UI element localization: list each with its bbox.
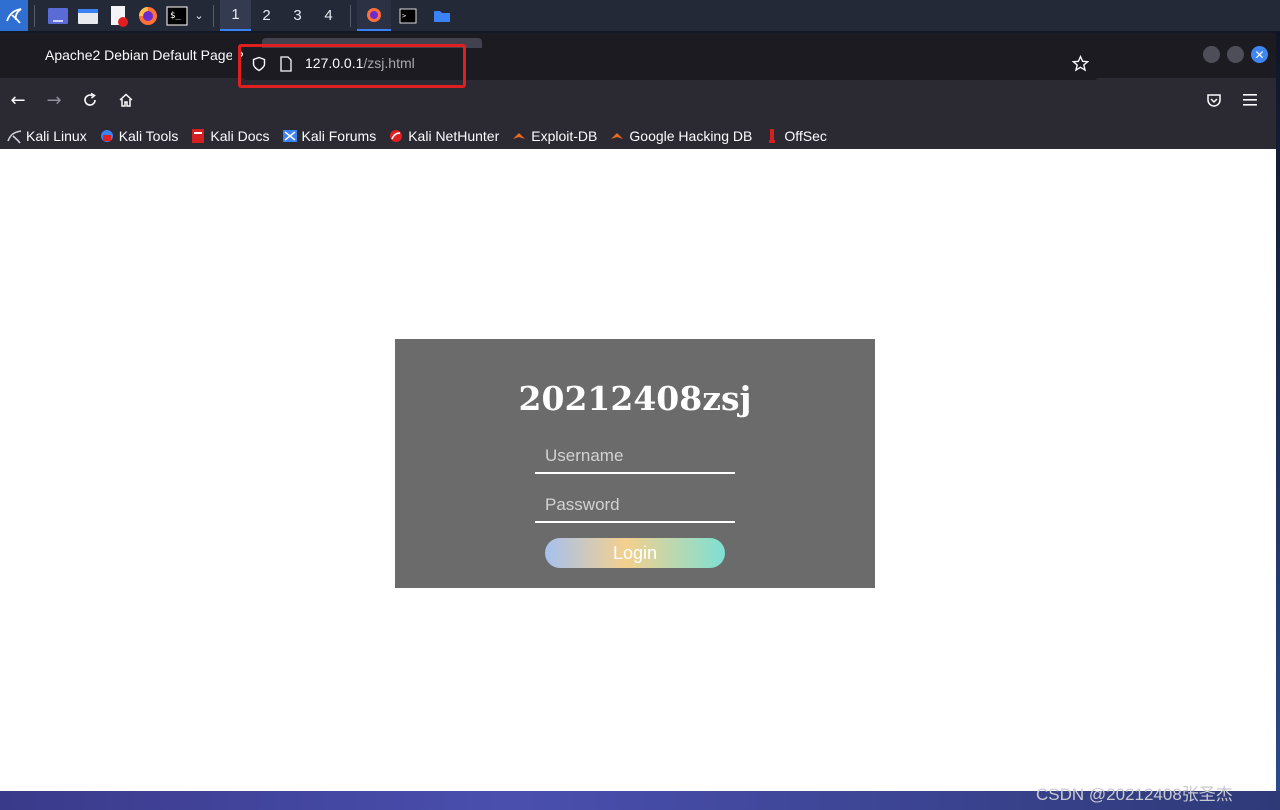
bookmark-star-icon[interactable] [1071,54,1090,76]
page-viewport: 20212408zsj Login [0,149,1276,791]
bookmark-label: Kali NetHunter [408,127,500,144]
forward-arrow-icon[interactable]: → [43,89,65,111]
desktop-background [1276,31,1280,791]
chevron-down-icon[interactable]: ⌄ [191,3,207,29]
bookmark-label: Google Hacking DB [629,127,753,144]
bookmark-kali-tools[interactable]: Kali Tools [99,127,179,144]
workspace-4[interactable]: 4 [313,0,344,31]
offsec-icon [764,128,780,144]
bookmark-kali-docs[interactable]: Kali Docs [190,127,270,144]
bookmark-label: Exploit-DB [531,127,598,144]
login-button[interactable]: Login [545,538,725,568]
bookmark-label: Kali Forums [301,127,377,144]
bookmark-label: Kali Docs [210,127,270,144]
kali-menu-icon[interactable] [0,0,28,31]
workspace-3[interactable]: 3 [282,0,313,31]
username-field [535,440,735,474]
svg-text:>: > [402,12,406,20]
show-desktop-icon[interactable] [45,3,71,29]
bookmark-kali-forums[interactable]: Kali Forums [282,127,377,144]
close-window-button[interactable]: ✕ [1251,46,1268,63]
running-folder-icon[interactable] [425,0,459,31]
navigation-toolbar: ← → [0,78,1276,122]
watermark: CSDN @20212408张圣杰 [1036,785,1233,804]
username-input[interactable] [535,440,735,472]
tab-apache2-default[interactable]: Apache2 Debian Default Page ✕ [32,38,252,72]
bookmark-label: OffSec [784,127,827,144]
home-icon[interactable] [115,89,137,111]
maximize-button[interactable] [1227,46,1244,63]
bookmark-exploit-db[interactable]: Exploit-DB [511,128,597,144]
svg-text:$_: $_ [170,11,181,21]
running-firefox-icon[interactable] [357,0,391,31]
ghdb-icon [609,128,625,144]
login-title: 20212408zsj [518,379,752,418]
bookmark-label: Kali Linux [26,127,87,144]
firefox-icon[interactable] [135,3,161,29]
bookmark-kali-linux[interactable]: Kali Linux [6,128,87,144]
minimize-button[interactable] [1203,46,1220,63]
nethunter-icon [388,128,404,144]
login-panel: 20212408zsj Login [395,339,875,588]
bookmark-label: Kali Tools [118,127,179,144]
kali-forums-icon [282,128,298,144]
back-arrow-icon[interactable]: ← [7,89,29,111]
bookmark-google-hacking-db[interactable]: Google Hacking DB [609,128,752,144]
bookmark-kali-nethunter[interactable]: Kali NetHunter [388,128,499,144]
text-editor-icon[interactable] [105,3,131,29]
taskbar-separator [213,4,214,27]
file-manager-icon[interactable] [75,3,101,29]
reload-icon[interactable] [79,89,101,111]
hamburger-menu-icon[interactable] [1239,89,1261,111]
kali-docs-icon [190,128,206,144]
bookmarks-toolbar: Kali Linux Kali Tools Kali Docs Kali For… [0,122,1276,150]
password-field [535,489,735,523]
bookmark-offsec[interactable]: OffSec [764,128,827,144]
kali-dragon-icon [6,128,22,144]
running-terminal-icon[interactable]: > [391,0,425,31]
taskbar-separator [350,4,351,27]
taskbar: $_ ⌄ 1 2 3 4 > [0,0,1280,31]
url-highlight-annotation [238,44,466,88]
browser-window: Apache2 Debian Default Page ✕ exp8 ✕ + ✕… [0,33,1276,791]
workspace-1[interactable]: 1 [220,0,251,31]
workspace-2[interactable]: 2 [251,0,282,31]
tab-label: Apache2 Debian Default Page [45,47,232,63]
taskbar-separator [34,4,35,27]
kali-tools-icon [99,128,115,144]
password-input[interactable] [535,489,735,521]
terminal-icon[interactable]: $_ [165,3,191,29]
exploit-db-icon [511,128,527,144]
pocket-icon[interactable] [1203,89,1225,111]
